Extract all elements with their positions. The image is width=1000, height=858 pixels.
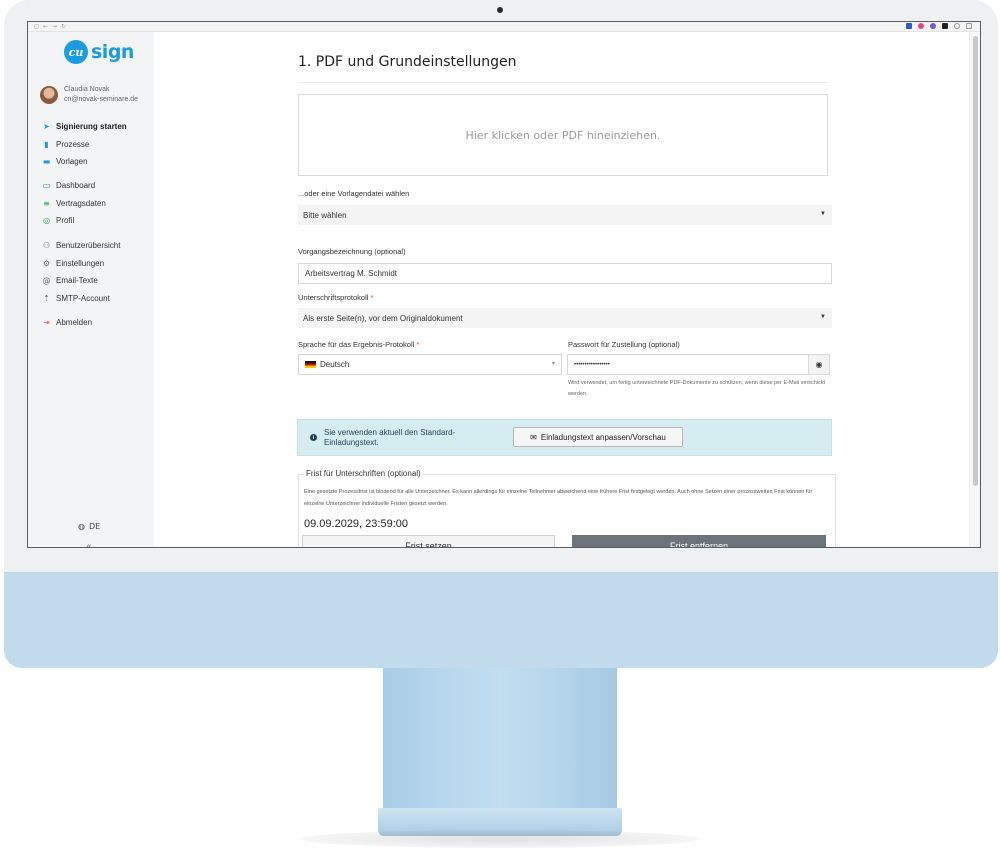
password-input[interactable]: ••••••••••••••••• (567, 354, 809, 375)
profile-icon: ◎ (43, 216, 50, 226)
pdf-dropzone[interactable]: Hier klicken oder PDF hineinziehen. (298, 94, 828, 176)
template-label: ...oder eine Vorlagendatei wählen (298, 189, 410, 198)
sidebar-item-smtp-account[interactable]: ⇡ SMTP-Account (42, 290, 152, 308)
logout-icon: ⇥ (43, 318, 50, 328)
file-icon: ▮ (44, 139, 49, 149)
protocol-label: Unterschriftsprotokoll * (298, 293, 374, 302)
chevron-down-icon: ▼ (820, 211, 826, 217)
nav-group-main: ➤ Signierung starten ▮ Prozesse ▬ Vorlagen (42, 118, 152, 171)
folder-icon: ▬ (42, 157, 51, 167)
nav-group-logout: ⇥ Abmelden (42, 314, 152, 332)
process-name-input[interactable]: Arbeitsvertrag M. Schmidt (298, 263, 832, 284)
remove-deadline-button[interactable]: Frist entfernen (572, 535, 826, 547)
invitation-info-box: i Sie verwenden aktuell den Standard-Ein… (297, 419, 832, 456)
nav-group-data: ▭ Dashboard ≡ Vertragsdaten ◎ Profil (42, 177, 152, 230)
show-password-button[interactable]: ◉ (808, 354, 830, 375)
protocol-select[interactable]: Als erste Seite(n), vor dem Originaldoku… (298, 308, 832, 328)
extension-icon[interactable] (930, 23, 936, 29)
dashboard-icon: ▭ (42, 181, 51, 191)
sidebar-item-vertragsdaten[interactable]: ≡ Vertragsdaten (42, 195, 152, 213)
set-deadline-button[interactable]: Frist setzen (302, 535, 555, 547)
nav-group-admin: ⚇ Benutzerübersicht ⚙ Einstellungen @ Email… (42, 237, 152, 307)
user-email: cn@novak-seminare.de (64, 96, 139, 103)
logo-text: sign (91, 41, 134, 63)
scrollbar-thumb[interactable] (973, 36, 978, 486)
sidebar: cu sign Claudia Novak cn@novak-seminare.… (28, 32, 154, 547)
user-name: Claudia Novak (64, 86, 110, 93)
monitor-frame: ◻←→↻ cu sign Claudia Novak cn@novak-semi… (4, 0, 998, 668)
process-name-label: Vorgangsbezeichnung (optional) (298, 247, 406, 256)
sidebar-item-vorlagen[interactable]: ▬ Vorlagen (42, 153, 152, 171)
globe-icon: ◍ (78, 522, 85, 531)
extension-icon[interactable] (918, 23, 924, 29)
browser-toolbar: ◻←→↻ (28, 22, 980, 32)
sidebar-item-profil[interactable]: ◎ Profil (42, 212, 152, 230)
password-hint: Wird verwendet, um fertig unterzeichnete… (568, 380, 826, 397)
monitor-chin (4, 572, 998, 668)
envelope-icon: ✉ (530, 432, 537, 442)
chevron-down-icon: ▼ (551, 361, 556, 367)
divider (298, 82, 828, 83)
avatar (40, 86, 58, 104)
screen: ◻←→↻ cu sign Claudia Novak cn@novak-semi… (27, 21, 981, 548)
sliders-icon: ≡ (43, 198, 50, 208)
customize-invitation-button[interactable]: ✉ Einladungstext anpassen/Vorschau (513, 427, 683, 447)
send-icon: ➤ (43, 122, 50, 132)
logo[interactable]: cu sign (64, 40, 134, 64)
browser-extensions (906, 23, 972, 29)
settings-icon: ⚙ (42, 258, 51, 268)
monitor-stand (383, 668, 617, 810)
extension-icon[interactable] (954, 23, 960, 29)
result-language-select[interactable]: Deutsch ▼ (298, 354, 562, 375)
sidebar-item-benutzeruebersicht[interactable]: ⚇ Benutzerübersicht (42, 237, 152, 255)
sidebar-item-prozesse[interactable]: ▮ Prozesse (42, 136, 152, 154)
sidebar-item-signierung-starten[interactable]: ➤ Signierung starten (42, 118, 152, 136)
extension-icon[interactable] (906, 23, 912, 29)
sidebar-item-abmelden[interactable]: ⇥ Abmelden (42, 314, 152, 332)
template-select[interactable]: Bitte wählen ▼ (298, 205, 832, 225)
deadline-value: 09.09.2029, 23:59:00 (304, 518, 408, 530)
camera-icon (497, 7, 503, 13)
chevron-down-icon: ▼ (820, 314, 826, 320)
users-icon: ⚇ (42, 241, 51, 251)
language-switcher[interactable]: ◍ DE (78, 522, 100, 531)
info-icon: i (310, 434, 317, 441)
deadline-description: Eine gesetzte Prozessfrist ist bindend f… (304, 489, 813, 507)
page-title: 1. PDF und Grundeinstellungen (298, 54, 517, 70)
german-flag-icon (305, 361, 316, 368)
scrollbar[interactable] (969, 32, 980, 547)
browser-nav-icons[interactable]: ◻←→↻ (34, 23, 70, 30)
sidebar-item-email-texte[interactable]: @ Email-Texte (42, 272, 152, 290)
upload-icon: ⇡ (43, 293, 50, 303)
sidebar-item-dashboard[interactable]: ▭ Dashboard (42, 177, 152, 195)
extension-icon[interactable] (942, 23, 948, 29)
user-info: Claudia Novak cn@novak-seminare.de (40, 85, 138, 105)
at-icon: @ (42, 276, 51, 286)
sidebar-toggle-icon[interactable] (966, 23, 972, 29)
eye-icon: ◉ (815, 360, 823, 369)
stand-shadow (300, 830, 700, 848)
deadline-legend: Frist für Unterschriften (optional) (304, 469, 423, 478)
info-text: Sie verwenden aktuell den Standard-Einla… (324, 428, 456, 447)
result-language-label: Sprache für das Ergebnis-Protokoll * (298, 340, 420, 349)
sidebar-item-einstellungen[interactable]: ⚙ Einstellungen (42, 255, 152, 273)
collapse-sidebar-button[interactable]: « (86, 542, 92, 547)
logo-icon: cu (64, 40, 88, 64)
password-label: Passwort für Zustellung (optional) (568, 340, 680, 349)
main-content: 1. PDF und Grundeinstellungen Hier klick… (154, 32, 968, 547)
